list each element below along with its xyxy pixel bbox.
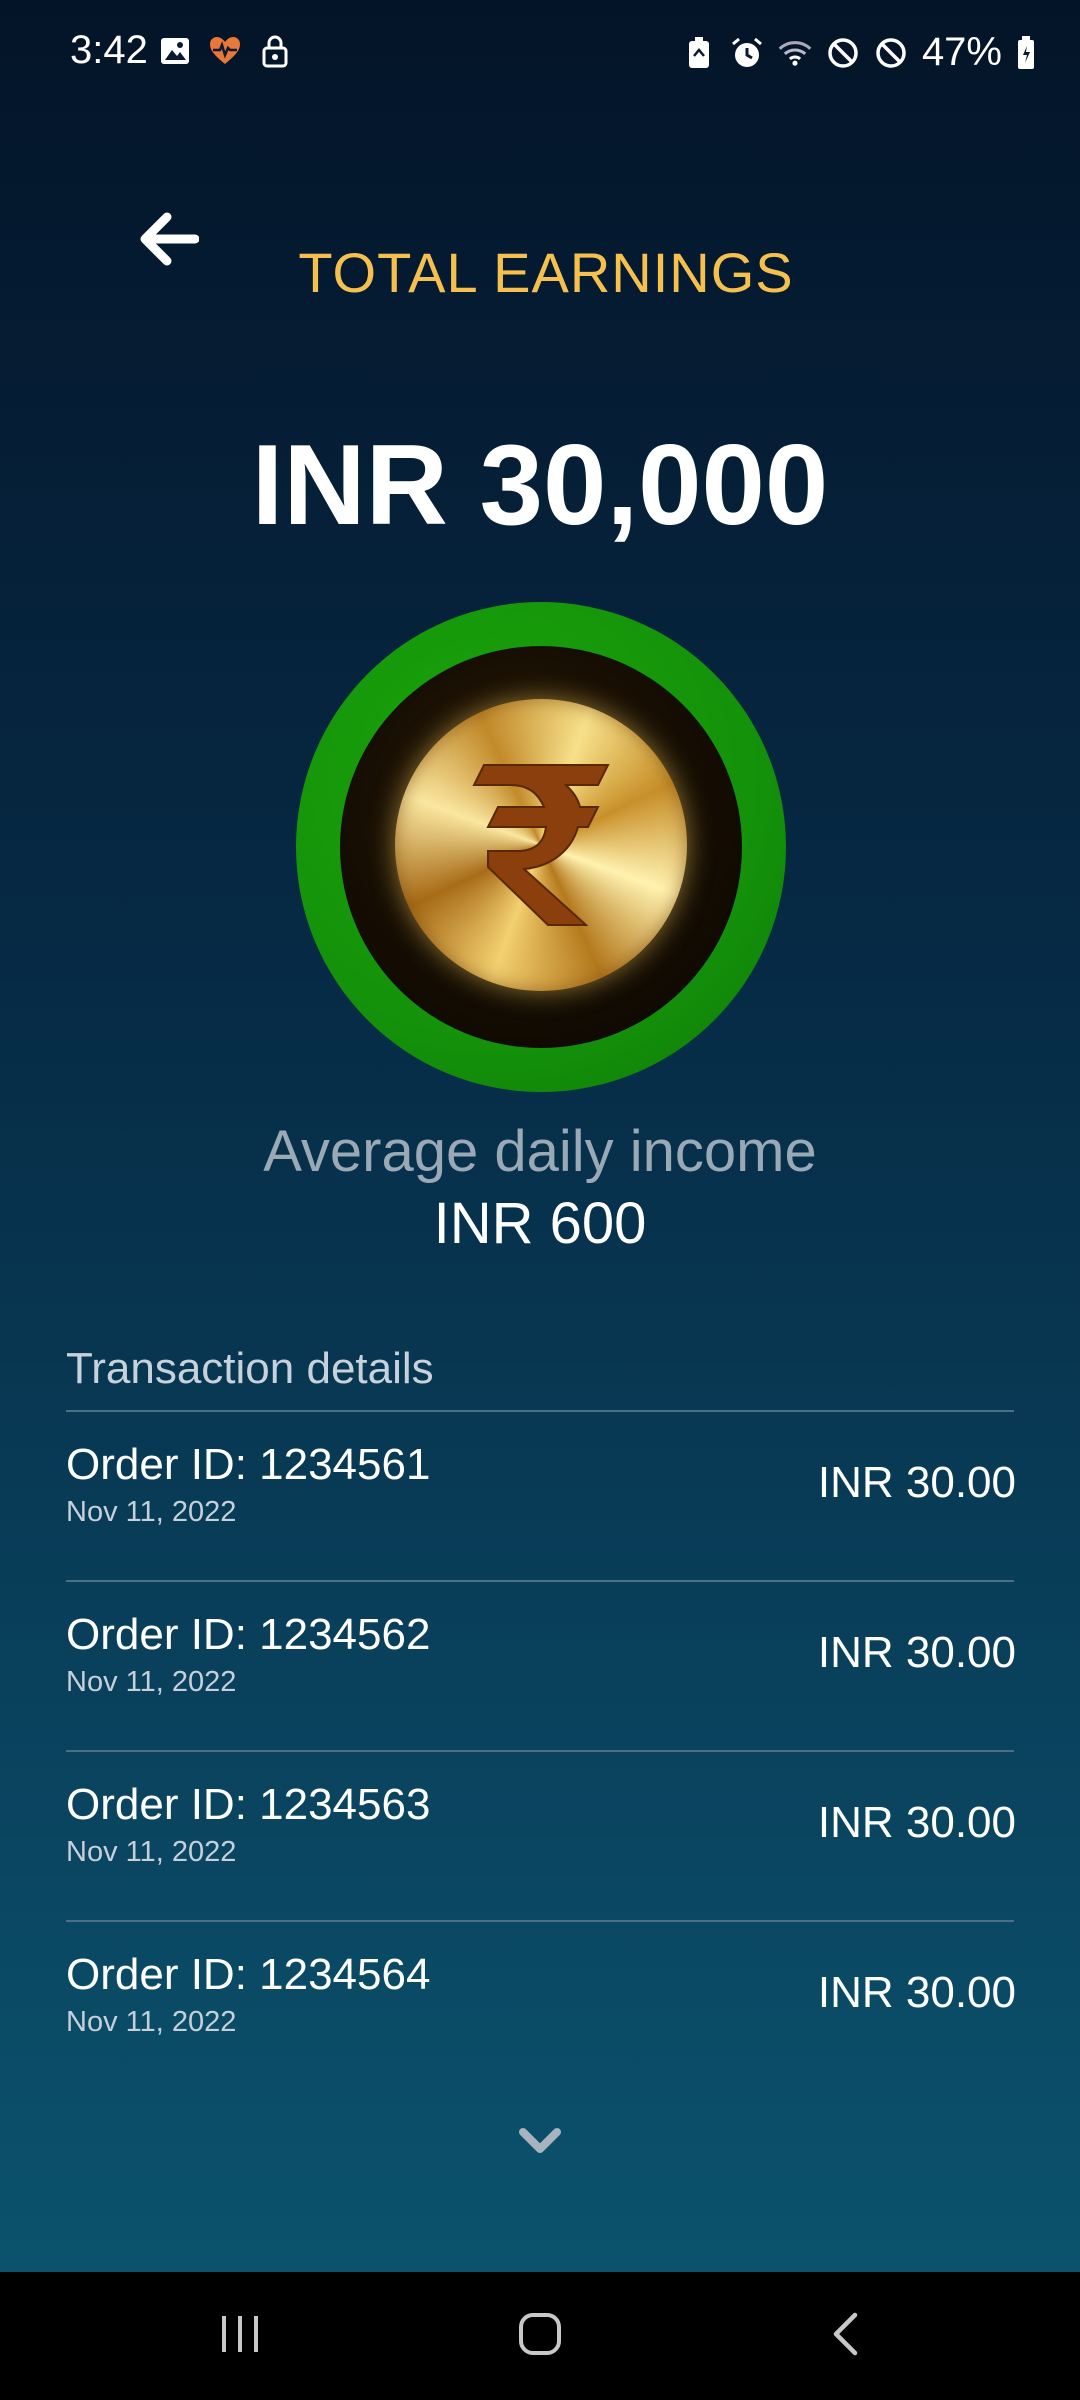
home-icon <box>517 2311 563 2362</box>
recent-apps-icon <box>218 2314 262 2359</box>
transaction-date: Nov 11, 2022 <box>66 2006 237 2038</box>
divider <box>66 1580 1014 1582</box>
transaction-row[interactable]: Order ID: 1234562 Nov 11, 2022 INR 30.00 <box>66 1610 1016 1778</box>
transaction-amount: INR 30.00 <box>817 1968 1016 2017</box>
wifi-icon <box>778 36 812 70</box>
recent-apps-button[interactable] <box>170 2272 310 2400</box>
status-left-icons <box>158 34 292 68</box>
transaction-order-id: Order ID: 1234561 <box>66 1440 431 1489</box>
do-not-disturb-icon <box>826 36 860 70</box>
transaction-amount: INR 30.00 <box>817 1458 1016 1507</box>
divider <box>66 1920 1014 1922</box>
blocked-icon <box>874 36 908 70</box>
average-daily-income-label: Average daily income <box>263 1119 817 1184</box>
status-right-icons: 47% <box>682 30 1036 75</box>
transaction-date: Nov 11, 2022 <box>66 1666 237 1698</box>
transaction-date: Nov 11, 2022 <box>66 1836 237 1868</box>
divider <box>66 1750 1014 1752</box>
page-title-text: TOTAL EARNINGS <box>298 241 794 304</box>
home-button[interactable] <box>470 2272 610 2400</box>
transaction-order-id: Order ID: 1234563 <box>66 1780 431 1829</box>
transaction-order-id: Order ID: 1234562 <box>66 1610 431 1659</box>
ring-inner <box>340 646 742 1048</box>
transaction-row[interactable]: Order ID: 1234563 Nov 11, 2022 INR 30.00 <box>66 1780 1016 1948</box>
status-time: 3:42 <box>70 28 148 72</box>
transaction-row[interactable]: Order ID: 1234564 Nov 11, 2022 INR 30.00 <box>66 1950 1016 2118</box>
earnings-ring <box>296 602 786 1092</box>
total-earnings-amount: INR 30,000 <box>251 422 829 549</box>
transaction-details-heading: Transaction details <box>66 1344 434 1393</box>
rupee-symbol-icon <box>395 699 687 991</box>
rupee-coin-icon <box>395 699 687 991</box>
lock-icon <box>258 34 292 68</box>
transaction-row[interactable]: Order ID: 1234561 Nov 11, 2022 INR 30.00 <box>66 1440 1016 1608</box>
image-icon <box>158 34 192 68</box>
transaction-order-id: Order ID: 1234564 <box>66 1950 431 1999</box>
average-daily-income-value: INR 600 <box>433 1191 647 1256</box>
alarm-icon <box>730 36 764 70</box>
system-back-button[interactable] <box>775 2272 915 2400</box>
page-title: TOTAL EARNINGS <box>0 240 1080 305</box>
chevron-down-icon <box>518 2126 562 2161</box>
transaction-date: Nov 11, 2022 <box>66 1496 237 1528</box>
show-more-button[interactable] <box>510 2118 570 2168</box>
status-bar: 3:42 47% <box>0 0 1080 106</box>
battery-saver-icon <box>682 36 716 70</box>
transaction-amount: INR 30.00 <box>817 1628 1016 1677</box>
divider <box>66 1410 1014 1412</box>
battery-percent: 47% <box>921 30 1002 74</box>
battery-icon <box>1016 35 1036 70</box>
back-icon <box>830 2311 860 2362</box>
health-icon <box>208 34 242 68</box>
navigation-bar <box>0 2272 1080 2400</box>
transaction-amount: INR 30.00 <box>817 1798 1016 1847</box>
